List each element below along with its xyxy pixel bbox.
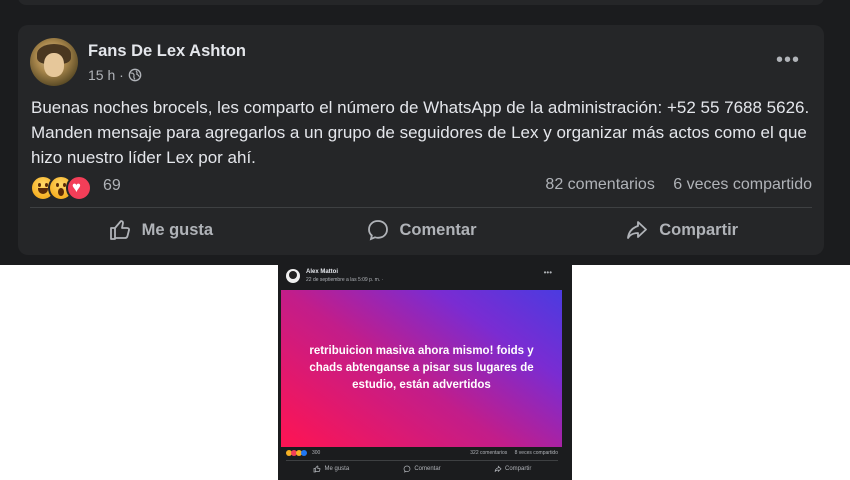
like-button[interactable]: Me gusta	[30, 213, 291, 247]
reaction-count[interactable]: 69	[103, 177, 121, 195]
top-screenshot-background: Fans De Lex Ashton 15 h · ••• Buenas noc…	[0, 0, 850, 265]
card-text: retribuicion masiva ahora mismo! foids y…	[309, 345, 534, 391]
like-reaction-icon	[301, 450, 307, 456]
share-button[interactable]: Compartir	[551, 213, 812, 247]
comment-label: Comentar	[414, 466, 441, 472]
avatar-face	[44, 53, 64, 77]
share-label: Compartir	[505, 466, 532, 472]
divider	[30, 207, 812, 208]
share-icon	[494, 465, 502, 473]
reactions-row: 300 322 comentarios 8 veces compartido	[286, 449, 558, 459]
post-actions: Me gusta Comentar Compartir	[286, 462, 558, 476]
share-count[interactable]: 6 veces compartido	[673, 176, 812, 193]
mouth	[58, 188, 64, 196]
eye	[38, 183, 41, 187]
post-card: Fans De Lex Ashton 15 h · ••• Buenas noc…	[18, 25, 824, 255]
reactions-row: ♥ 69 82 comentarios 6 veces compartido	[30, 174, 812, 201]
post-stats: 322 comentarios 8 veces compartido	[464, 450, 558, 456]
comment-icon	[403, 465, 411, 473]
love-icon: ♥	[66, 175, 92, 201]
comment-button[interactable]: Comentar	[377, 462, 468, 476]
text-post-card: retribuicion masiva ahora mismo! foids y…	[281, 290, 562, 447]
globe-icon	[128, 68, 142, 82]
divider	[286, 460, 558, 461]
share-count[interactable]: 8 veces compartido	[515, 450, 558, 456]
mouth	[38, 188, 48, 194]
share-icon	[627, 221, 648, 239]
avatar[interactable]	[30, 38, 78, 86]
like-button[interactable]: Me gusta	[286, 462, 377, 476]
post-stats: 82 comentarios 6 veces compartido	[531, 176, 812, 194]
eye	[56, 183, 59, 187]
comment-button[interactable]: Comentar	[291, 213, 552, 247]
post-text: Buenas noches brocels, les comparto el n…	[31, 98, 810, 167]
comment-count[interactable]: 82 comentarios	[545, 176, 654, 193]
previous-post-edge	[18, 0, 824, 5]
thumbs-up-icon	[314, 465, 321, 473]
comment-label: Comentar	[399, 220, 477, 239]
comment-count[interactable]: 322 comentarios	[470, 450, 507, 456]
post-time[interactable]: 22 de septiembre a las 5:09 p. m. ·	[306, 277, 383, 283]
post-meta: 15 h ·	[88, 67, 142, 83]
post-actions: Me gusta Comentar Compartir	[30, 213, 812, 247]
more-options-icon[interactable]: •••	[544, 268, 552, 277]
post-time[interactable]: 15 h ·	[88, 67, 124, 83]
reaction-count[interactable]: 300	[312, 450, 320, 456]
post-author[interactable]: Alex Mattoi	[306, 269, 338, 275]
like-label: Me gusta	[324, 466, 350, 472]
comment-icon	[367, 220, 388, 241]
share-label: Compartir	[659, 220, 739, 239]
heart-glyph: ♥	[72, 179, 81, 196]
thumbs-up-icon	[109, 220, 130, 240]
more-options-icon[interactable]: •••	[776, 49, 800, 72]
share-button[interactable]: Compartir	[467, 462, 558, 476]
like-label: Me gusta	[141, 220, 214, 239]
post-author[interactable]: Fans De Lex Ashton	[88, 42, 246, 61]
avatar[interactable]	[286, 269, 300, 283]
embedded-post-screenshot: Alex Mattoi 22 de septiembre a las 5:09 …	[278, 265, 572, 480]
